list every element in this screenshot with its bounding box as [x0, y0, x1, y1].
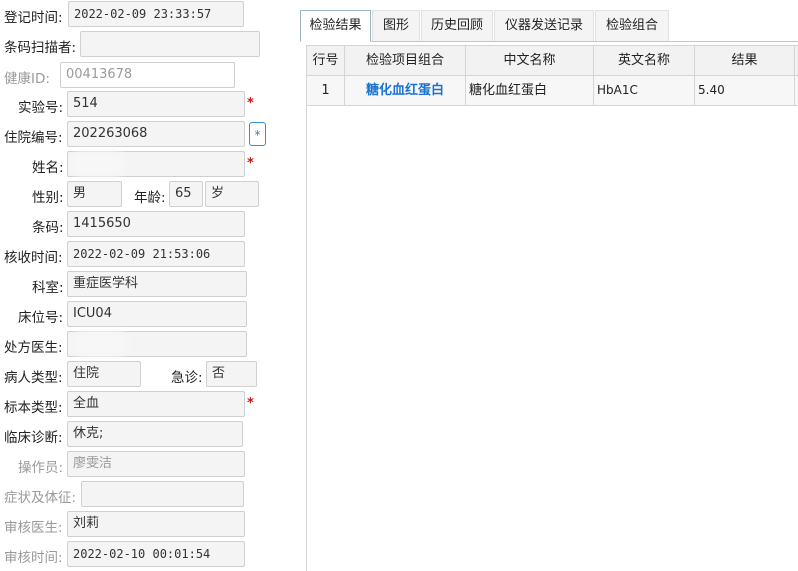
operator-label: 操作员: [18, 460, 64, 476]
age-field[interactable]: 65 [169, 181, 203, 207]
prescribing-doctor-label: 处方医生: [4, 340, 63, 356]
barcode-scanner-field[interactable] [80, 31, 260, 57]
tab-instrument-log[interactable]: 仪器发送记录 [494, 10, 594, 42]
cell-result[interactable]: 5.40 [695, 76, 795, 105]
receive-time-label: 核收时间: [4, 250, 63, 266]
cell-chinese-name: 糖化血红蛋白 [466, 76, 594, 105]
barcode-label: 条码: [32, 220, 64, 236]
inpatient-no-field[interactable]: 202263068 [67, 121, 245, 147]
result-tabs: 检验结果 图形 历史回顾 仪器发送记录 检验组合 [300, 10, 798, 42]
required-marker: * [247, 396, 254, 411]
symptoms-field[interactable] [81, 481, 244, 507]
lab-no-label: 实验号: [18, 100, 64, 116]
reviewer-field[interactable]: 刘莉 [67, 511, 245, 537]
review-time-label: 审核时间: [4, 550, 63, 566]
required-marker: * [247, 156, 254, 171]
inpatient-lookup-button[interactable]: * [249, 122, 266, 146]
receive-time-field[interactable]: 2022-02-09 21:53:06 [67, 241, 245, 267]
inpatient-no-label: 住院编号: [4, 130, 63, 146]
barcode-field[interactable]: 1415650 [67, 211, 245, 237]
name-label: 姓名: [32, 160, 64, 176]
health-id-label: 健康ID: [4, 71, 50, 87]
column-header-result[interactable]: 结果 [695, 46, 795, 76]
operator-field[interactable]: 廖雯洁 [67, 451, 245, 477]
cell-row-no: 1 [307, 76, 345, 105]
age-label: 年龄: [134, 190, 166, 206]
clinical-diagnosis-label: 临床诊断: [4, 430, 63, 446]
clinical-diagnosis-field[interactable]: 休克; [67, 421, 243, 447]
results-panel: 检验结果 图形 历史回顾 仪器发送记录 检验组合 行号 检验项目组合 中文名称 … [300, 0, 798, 571]
table-row[interactable]: 1 糖化血红蛋白 糖化血红蛋白 HbA1C 5.40 [307, 76, 798, 106]
symptoms-label: 症状及体征: [4, 490, 77, 506]
bed-no-label: 床位号: [18, 310, 64, 326]
register-time-field[interactable]: 2022-02-09 23:33:57 [68, 1, 244, 27]
age-unit-field[interactable]: 岁 [205, 181, 259, 207]
required-marker: * [247, 96, 254, 111]
gender-field[interactable]: 男 [67, 181, 122, 207]
tab-history[interactable]: 历史回顾 [421, 10, 493, 42]
patient-info-form: 登记时间: 2022-02-09 23:33:57 条码扫描者: 健康ID: 0… [0, 0, 296, 571]
column-header-test-group[interactable]: 检验项目组合 [345, 46, 466, 76]
gender-label: 性别: [32, 190, 64, 206]
register-time-label: 登记时间: [4, 10, 63, 26]
table-header: 行号 检验项目组合 中文名称 英文名称 结果 [307, 46, 798, 76]
redacted-doctor-blur [76, 336, 124, 352]
bed-no-field[interactable]: ICU04 [67, 301, 247, 327]
results-table: 行号 检验项目组合 中文名称 英文名称 结果 1 糖化血红蛋白 糖化血红蛋白 H… [306, 45, 798, 571]
specimen-type-field[interactable]: 全血 [67, 391, 245, 417]
tab-test-results[interactable]: 检验结果 [300, 10, 371, 42]
cell-english-name: HbA1C [594, 76, 695, 105]
patient-type-field[interactable]: 住院 [67, 361, 141, 387]
column-header-row-no[interactable]: 行号 [307, 46, 345, 76]
cell-test-group-link[interactable]: 糖化血红蛋白 [345, 76, 466, 105]
tab-test-combination[interactable]: 检验组合 [595, 10, 669, 42]
column-header-chinese-name[interactable]: 中文名称 [466, 46, 594, 76]
reviewer-label: 审核医生: [4, 520, 63, 536]
health-id-field[interactable]: 00413678 [60, 62, 235, 88]
department-label: 科室: [32, 280, 64, 296]
column-header-english-name[interactable]: 英文名称 [594, 46, 695, 76]
redacted-name-blur [76, 156, 120, 172]
emergency-field[interactable]: 否 [206, 361, 257, 387]
emergency-label: 急诊: [171, 370, 203, 386]
lab-no-field[interactable]: 514 [67, 91, 245, 117]
review-time-field[interactable]: 2022-02-10 00:01:54 [67, 541, 245, 567]
tab-graph[interactable]: 图形 [372, 10, 420, 42]
barcode-scanner-label: 条码扫描者: [4, 40, 77, 56]
patient-type-label: 病人类型: [4, 370, 63, 386]
specimen-type-label: 标本类型: [4, 400, 63, 416]
department-field[interactable]: 重症医学科 [67, 271, 247, 297]
